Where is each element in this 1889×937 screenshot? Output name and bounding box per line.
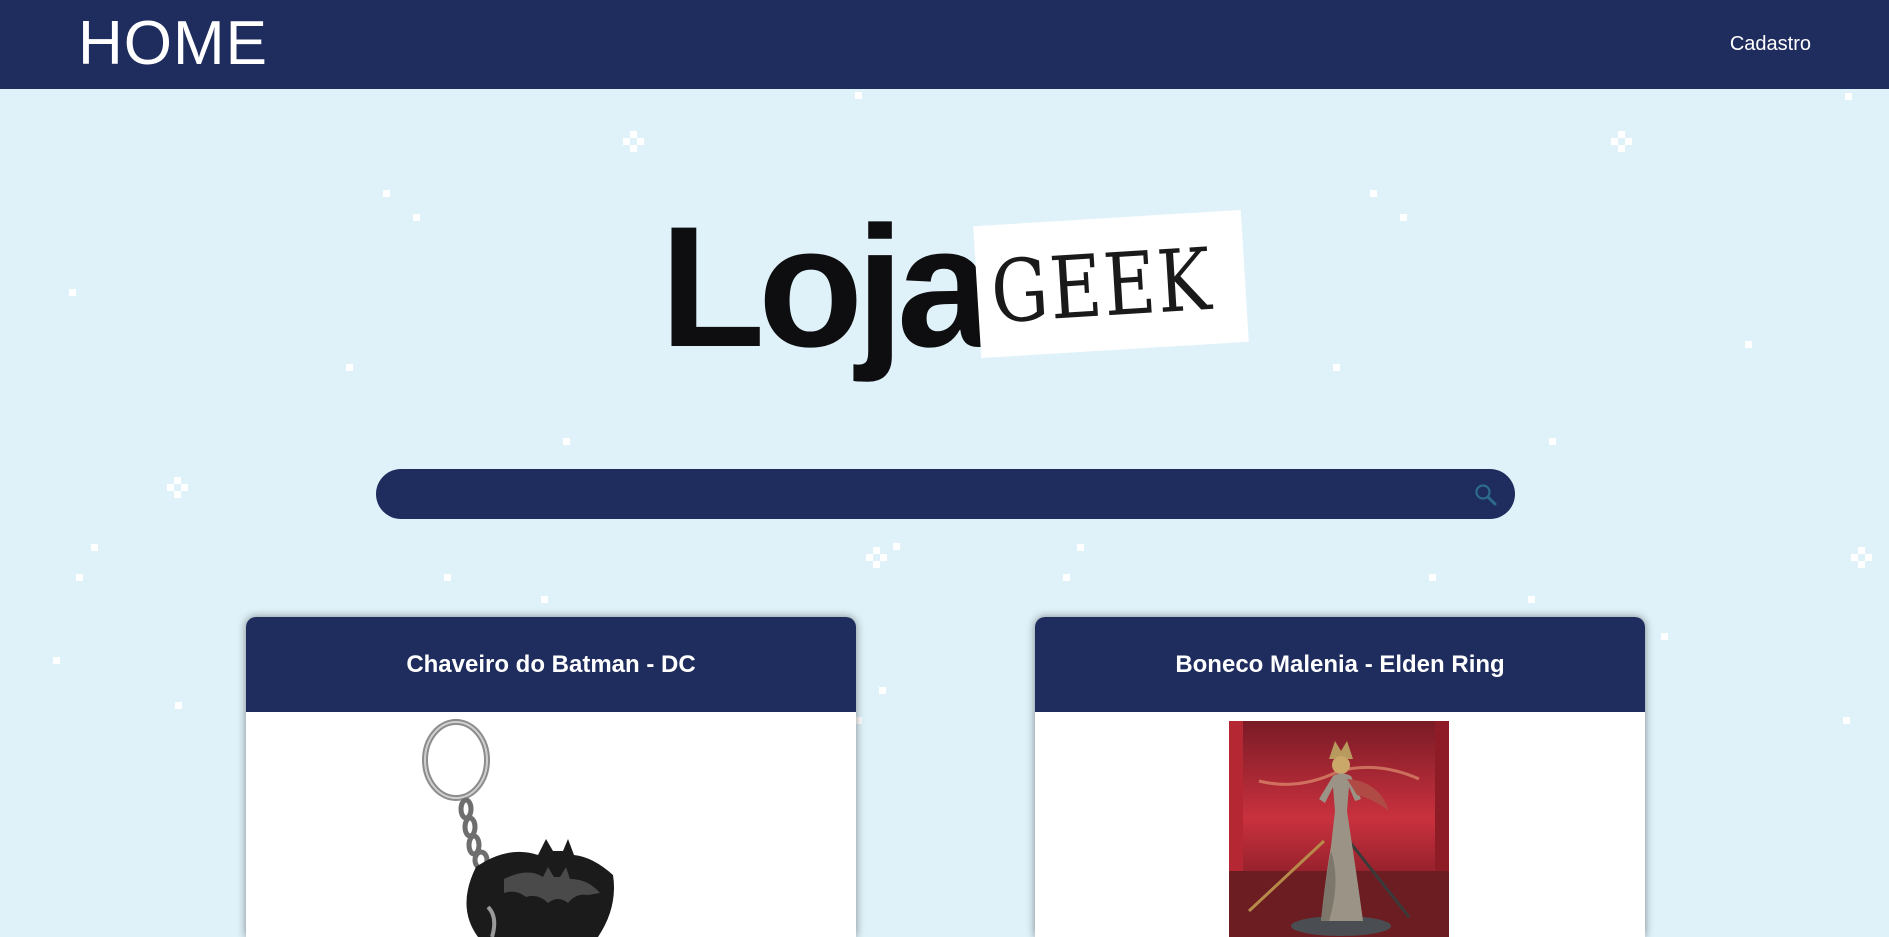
product-card[interactable]: Chaveiro do Batman - DC — [246, 617, 856, 937]
product-card[interactable]: Boneco Malenia - Elden Ring — [1035, 617, 1645, 937]
cadastro-link[interactable]: Cadastro — [1730, 32, 1811, 56]
product-title[interactable]: Chaveiro do Batman - DC — [406, 651, 695, 679]
malenia-figure-image[interactable] — [1229, 721, 1449, 937]
batman-keychain-image[interactable] — [418, 717, 648, 937]
logo-word-loja: Loja — [660, 191, 993, 383]
search-icon[interactable] — [1473, 482, 1499, 508]
loja-geek-logo: Loja GEEK — [660, 200, 1250, 390]
product-title[interactable]: Boneco Malenia - Elden Ring — [1175, 651, 1504, 679]
logo-word-geek: GEEK — [988, 229, 1216, 344]
top-navbar: HOME Cadastro — [0, 0, 1889, 89]
product-card-header: Chaveiro do Batman - DC — [246, 617, 856, 712]
home-link[interactable]: HOME — [78, 8, 268, 80]
logo-geek-label: GEEK — [973, 209, 1249, 359]
search-input[interactable] — [398, 469, 1462, 521]
search-bar — [376, 469, 1515, 521]
product-card-header: Boneco Malenia - Elden Ring — [1035, 617, 1645, 712]
